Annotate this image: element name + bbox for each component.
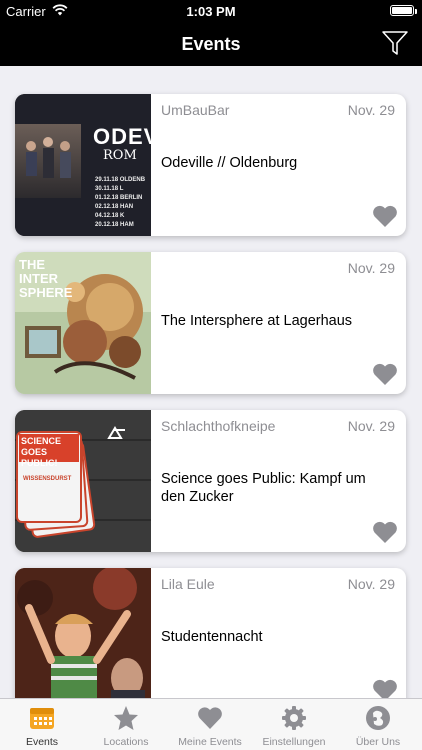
- event-name: The Intersphere at Lagerhaus: [161, 313, 353, 329]
- event-card[interactable]: THE INTER SPHERE Nov. 29 The Intersphere…: [15, 252, 406, 394]
- clock: 1:03 PM: [186, 4, 236, 19]
- favorite-heart-icon[interactable]: [372, 678, 398, 698]
- event-venue: Lila Eule: [161, 576, 215, 592]
- star-icon: [114, 706, 138, 730]
- event-image: SCIENCE GOES PUBLIC! WISSENSDURST: [15, 410, 151, 552]
- event-list[interactable]: ODEVI ROM 29.11.18 OLDENB 30.11.18 L 01.…: [0, 66, 422, 698]
- event-image: ODEVI ROM 29.11.18 OLDENB 30.11.18 L 01.…: [15, 94, 151, 236]
- tab-ueber-uns[interactable]: Über Uns: [336, 699, 420, 750]
- event-image: [15, 568, 151, 698]
- event-date: Nov. 29: [347, 102, 395, 118]
- calendar-icon: [30, 708, 54, 729]
- event-name: Odeville // Oldenburg: [161, 155, 298, 171]
- poster-dates: 29.11.18 OLDENB 30.11.18 L 01.12.18 BERL…: [95, 177, 146, 228]
- tab-bar: Events Locations Meine Events Einstellun…: [0, 698, 422, 750]
- event-image: THE INTER SPHERE: [15, 252, 151, 394]
- event-date: Nov. 29: [347, 418, 395, 434]
- event-date: Nov. 29: [347, 576, 395, 592]
- event-card[interactable]: ODEVI ROM 29.11.18 OLDENB 30.11.18 L 01.…: [15, 94, 406, 236]
- tab-einstellungen[interactable]: Einstellungen: [252, 699, 336, 750]
- tab-label: Locations: [103, 736, 149, 748]
- event-name: Studentennacht: [161, 629, 263, 645]
- favorite-heart-icon[interactable]: [372, 520, 398, 544]
- nav-bar: Events: [0, 22, 422, 66]
- heart-icon: [198, 707, 222, 729]
- poster-subtitle: WISSENSDURST: [23, 476, 72, 482]
- poster-title: ODEVI: [93, 124, 151, 149]
- info-icon: [366, 706, 390, 730]
- event-name: Science goes Public: Kampf um den Zucker: [161, 471, 366, 505]
- poster-title: THE INTER SPHERE: [19, 257, 73, 300]
- tab-label: Events: [25, 736, 59, 748]
- page-title: Events: [181, 34, 241, 54]
- favorite-heart-icon[interactable]: [372, 362, 398, 386]
- event-venue: UmBauBar: [161, 102, 230, 118]
- poster-subtitle: ROM: [103, 148, 137, 163]
- event-card[interactable]: SCIENCE GOES PUBLIC! WISSENSDURST Schlac…: [15, 410, 406, 552]
- event-card[interactable]: Lila Eule Nov. 29 Studentennacht: [15, 568, 406, 698]
- gear-icon: [282, 706, 306, 730]
- status-bar: Carrier 1:03 PM: [0, 0, 422, 22]
- tab-locations[interactable]: Locations: [84, 699, 168, 750]
- tab-label: Über Uns: [355, 736, 401, 748]
- event-date: Nov. 29: [347, 260, 395, 276]
- favorite-heart-icon[interactable]: [372, 204, 398, 228]
- event-venue: Schlachthofkneipe: [161, 418, 276, 434]
- poster-title: SCIENCE GOES PUBLIC!: [21, 436, 62, 468]
- filter-icon[interactable]: [380, 28, 410, 58]
- tab-label: Meine Events: [178, 736, 242, 748]
- tab-events[interactable]: Events: [0, 699, 84, 750]
- tab-meine-events[interactable]: Meine Events: [168, 699, 252, 750]
- battery-icon: [390, 5, 414, 16]
- tab-label: Einstellungen: [262, 736, 326, 748]
